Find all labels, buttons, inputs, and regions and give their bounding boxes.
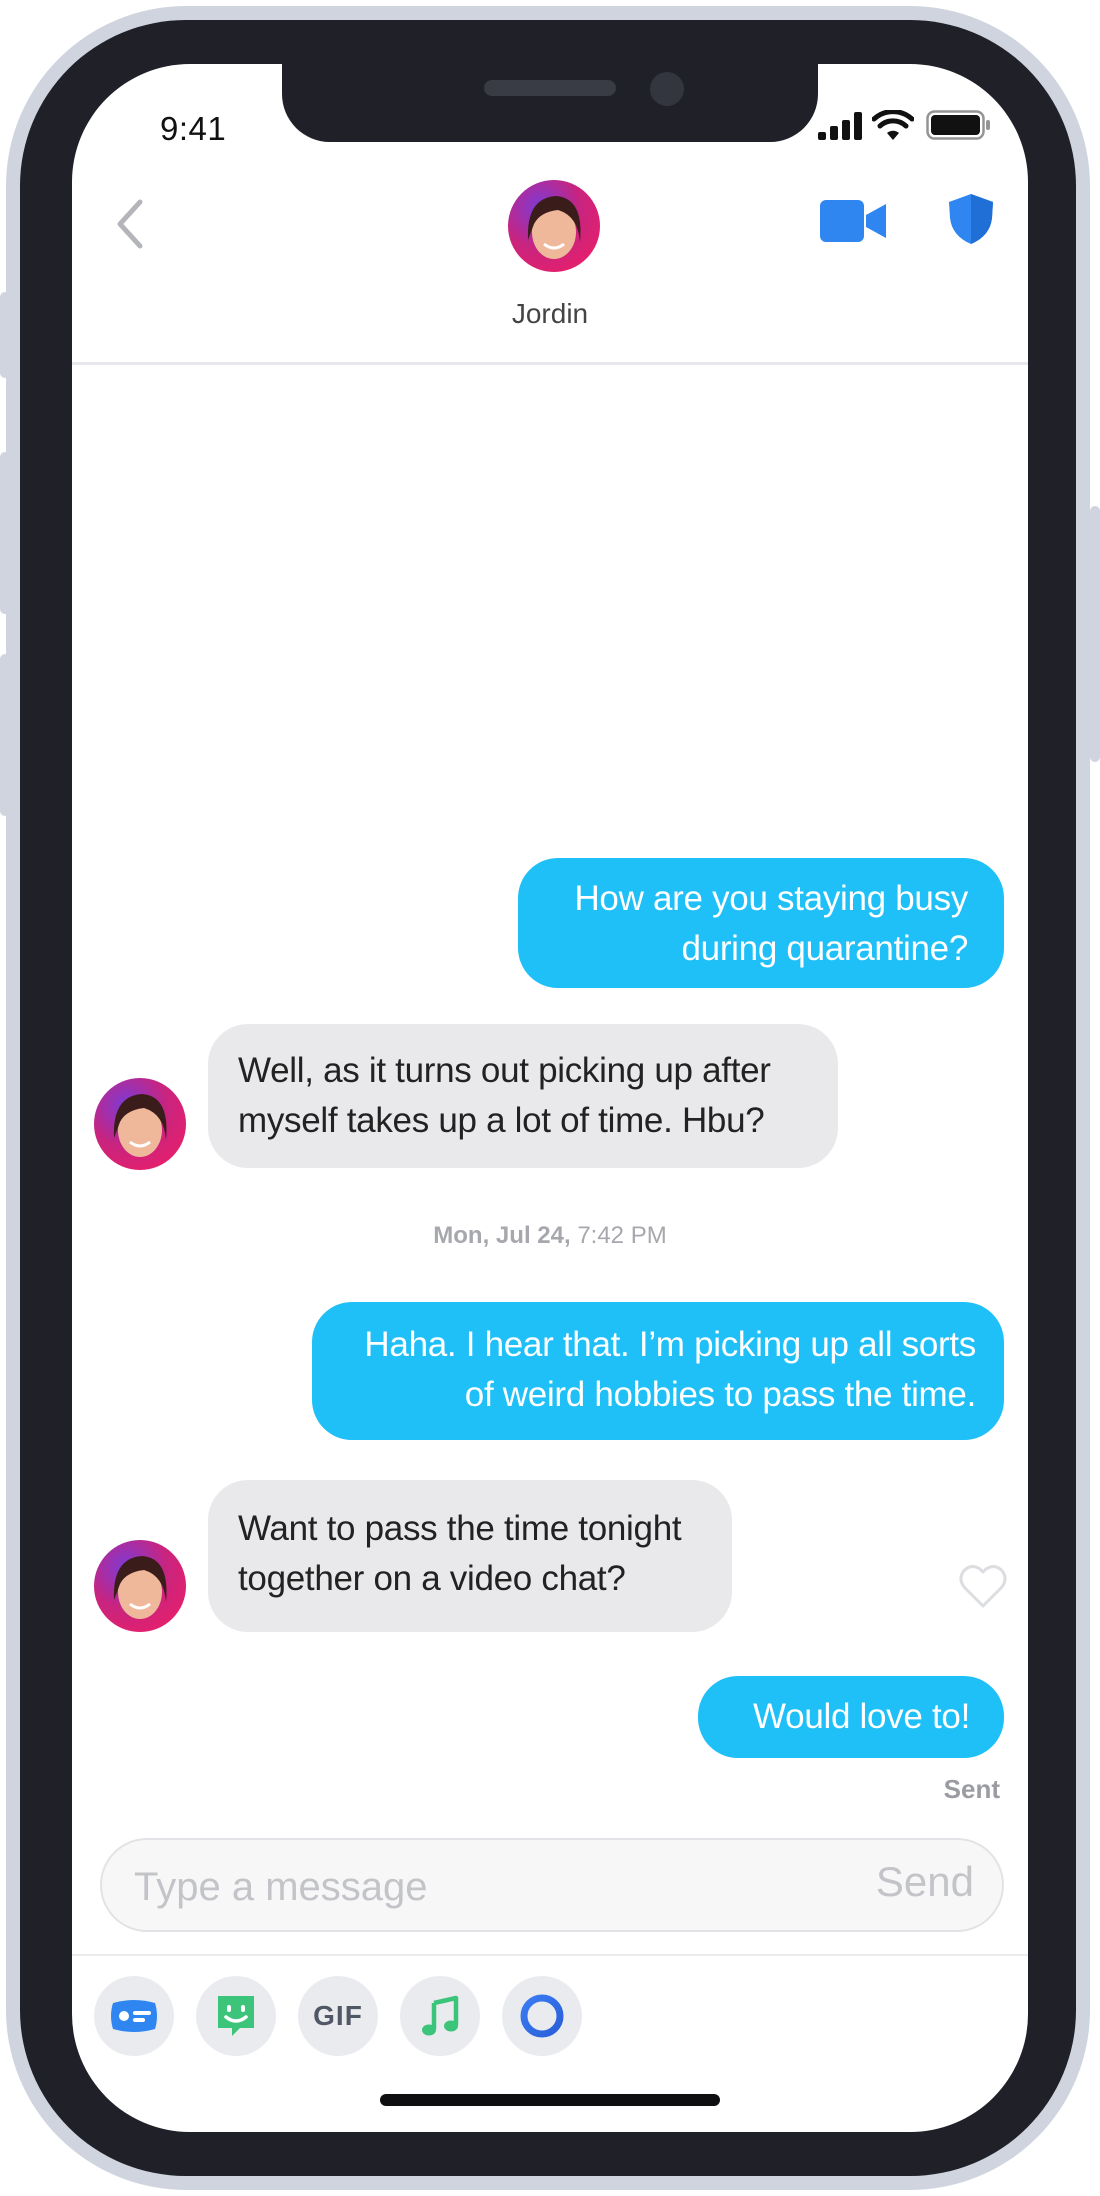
sticker-button[interactable]	[196, 1976, 276, 2056]
message-timestamp: Mon, Jul 24, 7:42 PM	[300, 1222, 800, 1250]
contact-card-icon	[111, 2000, 157, 2032]
video-camera-icon[interactable]	[820, 198, 888, 244]
home-indicator	[380, 2094, 720, 2106]
header-divider	[72, 362, 1028, 365]
timestamp-date: Mon, Jul 24,	[433, 1222, 571, 1249]
message-bubble-incoming[interactable]: Want to pass the time tonight together o…	[208, 1480, 732, 1632]
gif-button[interactable]: GIF	[298, 1976, 378, 2056]
message-input[interactable]	[132, 1856, 816, 1918]
message-bubble-outgoing[interactable]: Haha. I hear that. I’m picking up all so…	[312, 1302, 1004, 1440]
notch	[282, 50, 818, 142]
message-bubble-outgoing[interactable]: How are you staying busy during quaranti…	[518, 858, 1004, 988]
heart-icon[interactable]	[958, 1562, 1008, 1610]
loop-button[interactable]	[502, 1976, 582, 2056]
contact-name: Jordin	[511, 298, 589, 329]
music-button[interactable]	[400, 1976, 480, 2056]
volume-up-button	[0, 452, 10, 614]
battery-icon	[926, 110, 990, 140]
message-text: Want to pass the time tonight	[238, 1509, 682, 1548]
delivery-status: Sent	[943, 1774, 1000, 1804]
message-text: How are you staying busy	[574, 879, 968, 918]
power-button	[1090, 506, 1100, 762]
volume-down-button	[0, 654, 10, 816]
wifi-icon	[872, 110, 914, 140]
message-text: of weird hobbies to pass the time.	[464, 1375, 977, 1414]
music-note-icon	[422, 1995, 459, 2036]
status-time: 9:41	[160, 110, 227, 147]
message-text: during quarantine?	[681, 929, 969, 968]
message-bubble-outgoing[interactable]: Would love to!	[698, 1676, 1004, 1758]
send-button[interactable]: Send	[876, 1858, 974, 1906]
timestamp-time: 7:42 PM	[577, 1222, 667, 1249]
message-text: myself takes up a lot of time. Hbu?	[238, 1101, 765, 1140]
message-text: Haha. I hear that. I’m picking up all so…	[364, 1325, 976, 1364]
contact-avatar[interactable]	[508, 180, 600, 272]
loop-icon	[520, 1994, 564, 2038]
back-chevron-icon[interactable]	[110, 198, 152, 250]
signal-icon	[818, 112, 862, 140]
message-bubble-incoming[interactable]: Well, as it turns out picking up after m…	[208, 1024, 838, 1168]
gif-label: GIF	[313, 2000, 363, 2031]
contact-avatar-small[interactable]	[94, 1540, 186, 1632]
silent-switch	[0, 292, 10, 378]
message-composer: Send	[100, 1838, 1004, 1932]
speaker	[484, 80, 616, 96]
toolbar-divider	[72, 1954, 1028, 1956]
message-text: Well, as it turns out picking up after	[238, 1051, 771, 1090]
message-text: together on a video chat?	[238, 1559, 626, 1598]
front-camera	[650, 72, 684, 106]
contact-card-button[interactable]	[94, 1976, 174, 2056]
message-text: Would love to!	[753, 1697, 970, 1736]
contact-avatar-small[interactable]	[94, 1078, 186, 1170]
shield-icon[interactable]	[946, 192, 996, 246]
sticker-icon	[218, 1996, 254, 2036]
